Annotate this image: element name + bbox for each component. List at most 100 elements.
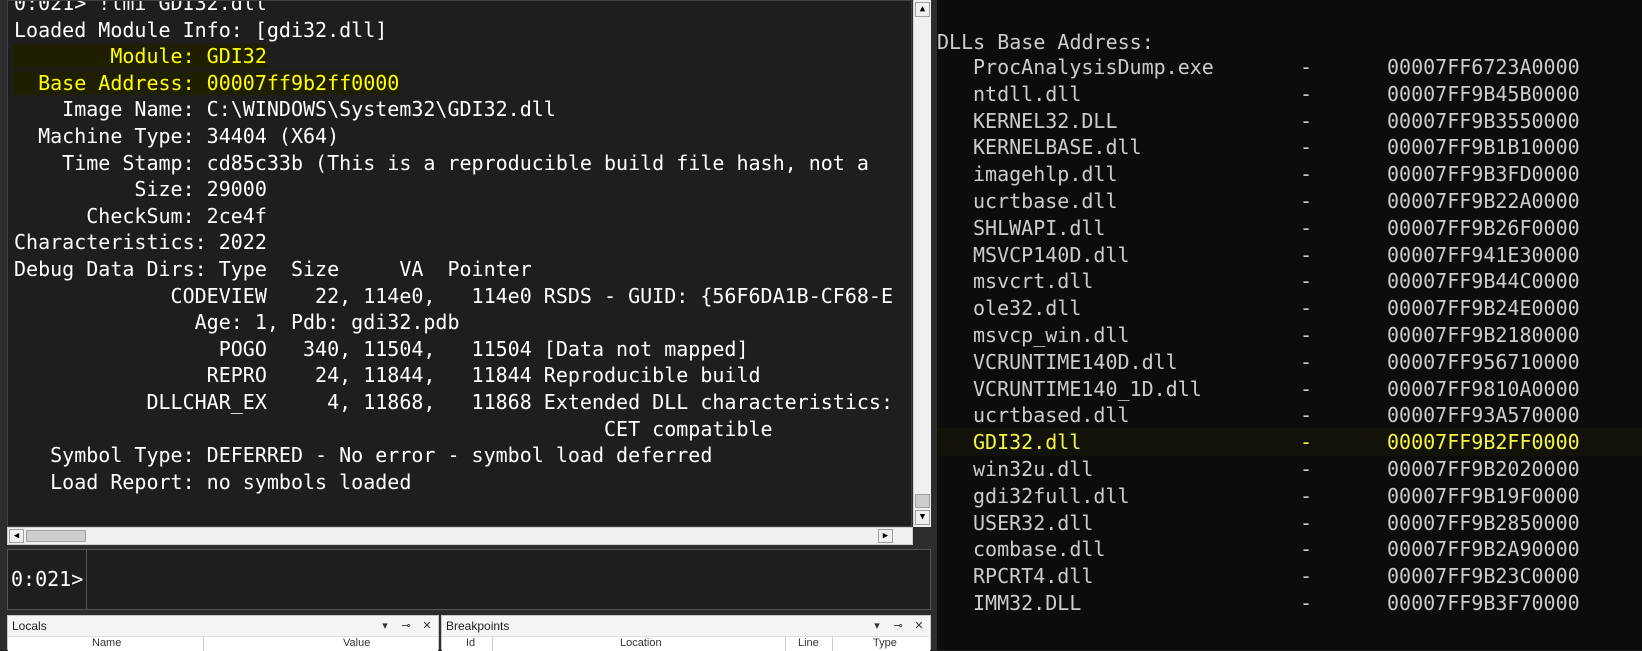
breakpoints-pane-header: Breakpoints ▾ ⊸ ✕ — [442, 616, 930, 637]
dll-row: imagehlp.dll - 00007FF9B3FD0000 — [937, 160, 1642, 188]
output-line: REPRO 24, 11844, 11844 Reproducible buil… — [14, 363, 761, 388]
dll-name: ucrtbase.dll — [973, 189, 1118, 213]
dll-name: imagehlp.dll — [973, 162, 1118, 187]
breakpoints-pin-icon[interactable]: ⊸ — [889, 617, 907, 635]
command-output-window[interactable]: 0:021> !lmi GDI32.dll Loaded Module Info… — [7, 0, 912, 527]
breakpoints-pane: Breakpoints ▾ ⊸ ✕ Id Location Line Type — [441, 615, 931, 651]
dll-separator: - — [1300, 81, 1313, 106]
dll-base-address: 00007FF9B22A0000 — [1387, 189, 1580, 213]
dll-separator: - — [1300, 162, 1313, 187]
scroll-up-arrow-icon[interactable]: ▲ — [915, 2, 930, 17]
breakpoints-col-type[interactable]: Type — [873, 637, 897, 649]
dll-base-address: 00007FF9B3550000 — [1387, 108, 1580, 133]
breakpoints-close-icon[interactable]: ✕ — [910, 617, 928, 635]
breakpoints-col-id[interactable]: Id — [466, 637, 475, 649]
dll-separator: - — [1300, 483, 1313, 508]
dll-row: win32u.dll - 00007FF9B2020000 — [937, 455, 1642, 483]
dll-separator: - — [1300, 323, 1313, 347]
breakpoints-column-header-row: Id Location Line Type — [442, 637, 930, 651]
column-divider[interactable] — [785, 637, 786, 651]
dll-separator: - — [1300, 591, 1313, 615]
locals-column-header-row: Name Value — [8, 637, 438, 651]
dll-name: KERNEL32.DLL — [973, 108, 1118, 133]
dll-base-address: 00007FF9B2850000 — [1387, 510, 1580, 535]
dll-base-address: 00007FF9B26F0000 — [1387, 215, 1580, 240]
dll-base-address: 00007FF9B24E0000 — [1387, 296, 1580, 321]
output-line: Load Report: no symbols loaded — [14, 469, 412, 494]
dll-base-address: 00007FF6723A0000 — [1387, 55, 1580, 79]
dll-row: ntdll.dll - 00007FF9B45B0000 — [937, 80, 1642, 108]
dll-base-address: 00007FF941E30000 — [1387, 242, 1580, 267]
command-input[interactable] — [88, 550, 934, 611]
debugger-panel: 0:021> !lmi GDI32.dll Loaded Module Info… — [0, 0, 937, 651]
dll-separator: - — [1300, 537, 1313, 562]
dll-row: ucrtbase.dll - 00007FF9B22A0000 — [937, 187, 1642, 215]
output-line: Size: 29000 — [14, 177, 267, 202]
scroll-down-arrow-icon[interactable]: ▼ — [915, 510, 930, 525]
dll-row: msvcrt.dll - 00007FF9B44C0000 — [937, 267, 1642, 295]
dll-separator: - — [1300, 376, 1313, 401]
dll-name: ole32.dll — [973, 296, 1082, 321]
dll-name: msvcrt.dll — [973, 269, 1094, 294]
breakpoints-col-line[interactable]: Line — [798, 637, 819, 649]
breakpoints-pane-title: Breakpoints — [446, 619, 510, 633]
dll-row: VCRUNTIME140D.dll - 00007FF956710000 — [937, 348, 1642, 376]
dll-base-address: 00007FF9B2020000 — [1387, 457, 1580, 481]
output-vertical-scrollbar[interactable]: ▲ ▼ — [913, 0, 931, 527]
dll-name: ntdll.dll — [973, 81, 1082, 106]
locals-close-icon[interactable]: ✕ — [418, 617, 436, 635]
command-output-text: 0:021> !lmi GDI32.dll Loaded Module Info… — [14, 1, 893, 495]
dll-name: gdi32full.dll — [973, 483, 1130, 508]
dll-row: ucrtbased.dll - 00007FF93A570000 — [937, 401, 1642, 429]
dll-row: IMM32.DLL - 00007FF9B3F70000 — [937, 589, 1642, 617]
dll-separator: - — [1300, 457, 1313, 481]
dll-base-address: 00007FF956710000 — [1387, 349, 1580, 374]
dll-base-address-console: DLLs Base Address: ProcAnalysisDump.exe -… — [937, 0, 1642, 650]
dll-name: ProcAnalysisDump.exe — [973, 55, 1214, 79]
column-divider[interactable] — [832, 637, 833, 651]
dll-base-address: 00007FF9B23C0000 — [1387, 564, 1580, 589]
dll-row: MSVCP140D.dll - 00007FF941E30000 — [937, 241, 1642, 269]
dll-separator: - — [1300, 135, 1313, 160]
locals-pin-icon[interactable]: ⊸ — [397, 617, 415, 635]
dll-separator: - — [1300, 189, 1313, 213]
column-divider[interactable] — [492, 637, 493, 651]
dll-base-address: 00007FF9810A0000 — [1387, 376, 1580, 401]
dll-base-address: 00007FF9B2180000 — [1387, 323, 1580, 347]
dll-separator: - — [1300, 108, 1313, 133]
output-module-line: Module: GDI32 — [14, 44, 267, 69]
output-line: CET compatible — [14, 416, 773, 441]
dll-name: RPCRT4.dll — [973, 564, 1094, 589]
horizontal-scroll-thumb[interactable] — [26, 530, 86, 542]
scroll-right-arrow-icon[interactable]: ▶ — [878, 529, 893, 543]
output-line: Age: 1, Pdb: gdi32.pdb — [14, 310, 460, 335]
dll-base-address: 00007FF9B2A90000 — [1387, 537, 1580, 562]
dll-row: ole32.dll - 00007FF9B24E0000 — [937, 294, 1642, 322]
dll-base-address: 00007FF9B19F0000 — [1387, 483, 1580, 508]
dll-name: ucrtbased.dll — [973, 403, 1130, 428]
locals-dropdown-icon[interactable]: ▾ — [376, 617, 394, 635]
scroll-left-arrow-icon[interactable]: ◀ — [9, 529, 24, 543]
dll-separator: - — [1300, 349, 1313, 374]
locals-col-name[interactable]: Name — [92, 637, 121, 649]
dll-row: ProcAnalysisDump.exe - 00007FF6723A0000 — [937, 53, 1642, 81]
dll-separator: - — [1300, 403, 1313, 428]
command-prompt: 0:021> — [8, 550, 87, 609]
dll-row: VCRUNTIME140_1D.dll - 00007FF9810A0000 — [937, 375, 1642, 403]
dll-separator: - — [1300, 215, 1313, 240]
dll-row: KERNELBASE.dll - 00007FF9B1B10000 — [937, 133, 1642, 161]
dll-base-address: 00007FF9B3FD0000 — [1387, 162, 1580, 187]
dll-separator: - — [1300, 242, 1313, 267]
dll-base-address: 00007FF9B45B0000 — [1387, 81, 1580, 106]
output-line: Machine Type: 34404 (X64) — [14, 123, 340, 148]
dll-name: combase.dll — [973, 537, 1106, 562]
breakpoints-col-location[interactable]: Location — [620, 637, 662, 649]
dll-base-address: 00007FF9B44C0000 — [1387, 269, 1580, 294]
output-horizontal-scrollbar[interactable]: ◀ ▶ — [7, 527, 913, 545]
dll-row: msvcp_win.dll - 00007FF9B2180000 — [937, 321, 1642, 349]
vertical-scroll-thumb[interactable] — [915, 494, 930, 508]
column-divider[interactable] — [203, 637, 204, 651]
locals-col-value[interactable]: Value — [343, 637, 370, 649]
breakpoints-dropdown-icon[interactable]: ▾ — [868, 617, 886, 635]
dll-base-address: 00007FF9B3F70000 — [1387, 591, 1580, 615]
